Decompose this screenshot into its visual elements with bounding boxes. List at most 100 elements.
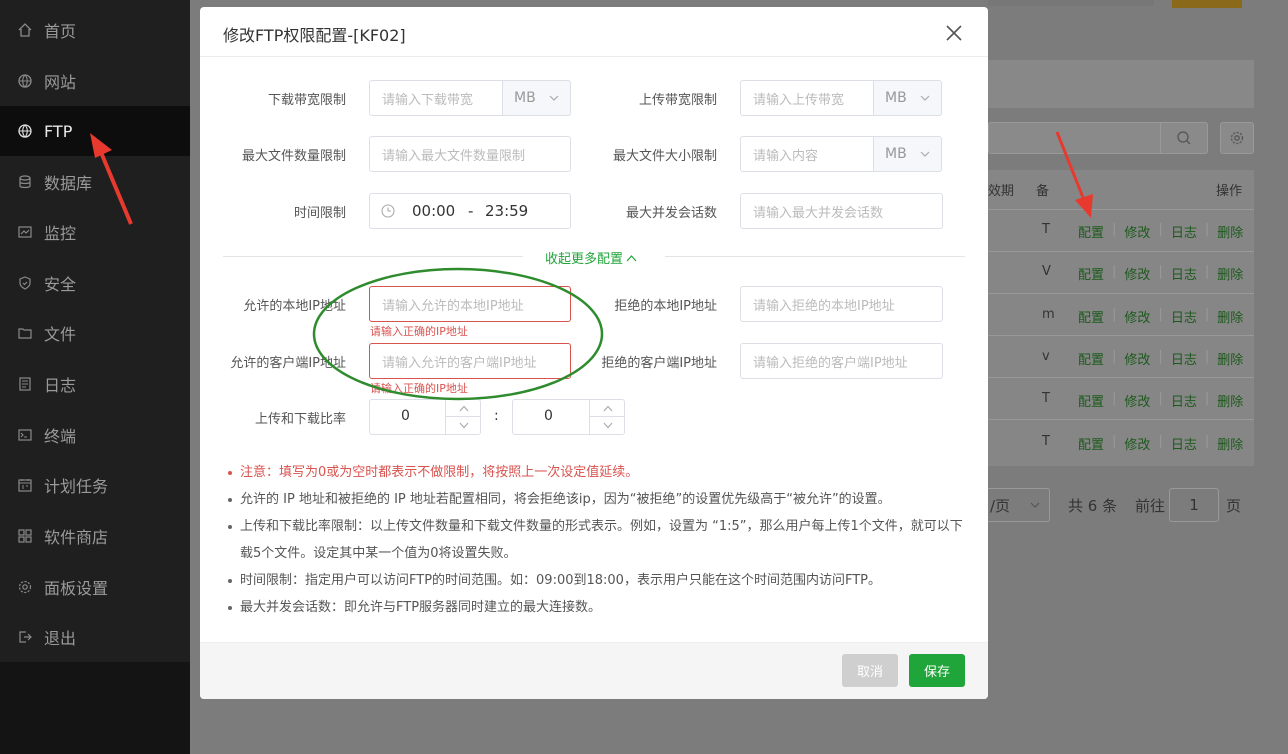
- sidebar-item-home[interactable]: 首页: [0, 5, 190, 55]
- sidebar-item-logs[interactable]: 日志: [0, 359, 190, 409]
- bg-tab-bar: [988, 60, 1254, 108]
- bg-note-cell: T: [1042, 434, 1050, 449]
- bg-note-cell: V: [1042, 264, 1051, 279]
- close-icon[interactable]: [942, 21, 966, 45]
- decrement-icon[interactable]: [446, 417, 481, 434]
- edit-link: 修改: [1124, 311, 1151, 326]
- sidebar-item-store[interactable]: 软件商店: [0, 511, 190, 561]
- allow-client-ip-placeholder: 请输入允许的客户端IP地址: [382, 355, 537, 371]
- row-actions: 配置 | 修改 | 日志 | 删除: [1078, 349, 1244, 368]
- sidebar-item-database[interactable]: 数据库: [0, 157, 190, 207]
- ratio-colon: :: [494, 408, 499, 424]
- sidebar-item-label: 日志: [44, 376, 77, 395]
- download-bw-unit-select[interactable]: MB: [503, 80, 571, 116]
- page-size-label: /页: [990, 496, 1011, 515]
- download-bw-input[interactable]: 请输入下载带宽: [369, 80, 503, 116]
- bg-note-cell: m: [1042, 307, 1055, 322]
- page-input: 1: [1169, 488, 1219, 522]
- page-size-select: /页: [988, 488, 1050, 522]
- unit-label: MB: [885, 146, 907, 162]
- upload-bw-placeholder: 请输入上传带宽: [753, 92, 845, 108]
- sidebar-item-logout[interactable]: 退出: [0, 612, 190, 662]
- sidebar-item-terminal[interactable]: 终端: [0, 410, 190, 460]
- note-item: 上传和下载比率限制：以上传文件数量和下载文件数量的形式表示。例如，设置为 “1:…: [228, 513, 968, 567]
- database-icon: [16, 173, 34, 191]
- log-link: 日志: [1170, 438, 1197, 453]
- download-ratio-stepper[interactable]: 0: [512, 399, 625, 435]
- note-item: 注意：填写为0或为空时都表示不做限制，将按照上一次设定值延续。: [228, 459, 968, 486]
- bg-header-note: 备: [1036, 184, 1050, 199]
- total-count: 共 6 条: [1068, 497, 1118, 515]
- save-button[interactable]: 保存: [909, 654, 965, 687]
- sidebar-item-cron[interactable]: 计划任务: [0, 460, 190, 510]
- sidebar-item-label: 终端: [44, 427, 77, 446]
- bg-note-cell: T: [1042, 222, 1050, 237]
- max-files-placeholder: 请输入最大文件数量限制: [382, 148, 526, 164]
- row-actions: 配置 | 修改 | 日志 | 删除: [1078, 391, 1244, 410]
- upload-bw-unit-select[interactable]: MB: [874, 80, 942, 116]
- divider: [223, 256, 523, 257]
- config-link: 配置: [1078, 268, 1105, 283]
- time-start: 00:00: [412, 202, 456, 220]
- sidebar-item-monitor[interactable]: 监控: [0, 207, 190, 257]
- allow-local-ip-error: 请输入正确的IP地址: [370, 325, 468, 338]
- log-icon: [16, 375, 34, 393]
- time-limit-label: 时间限制: [293, 206, 346, 221]
- sidebar-item-label: 文件: [44, 325, 77, 344]
- deny-local-ip-input[interactable]: 请输入拒绝的本地IP地址: [740, 286, 943, 322]
- collapse-more-config-link[interactable]: 收起更多配置: [545, 248, 637, 267]
- note-item: 允许的 IP 地址和被拒绝的 IP 地址若配置相同，将会拒绝该ip，因为“被拒绝…: [228, 486, 968, 513]
- download-bw-label: 下载带宽限制: [267, 93, 346, 108]
- max-sessions-input[interactable]: 请输入最大并发会话数: [740, 193, 943, 229]
- increment-icon[interactable]: [446, 400, 481, 417]
- gear-icon: [16, 578, 34, 596]
- apps-icon: [16, 527, 34, 545]
- max-sessions-label: 最大并发会话数: [625, 206, 717, 221]
- sidebar-item-website[interactable]: 网站: [0, 56, 190, 106]
- ftp-permission-dialog: 修改FTP权限配置-[KF02] 下载带宽限制 请输入下载带宽 MB 上传带宽限…: [200, 7, 988, 699]
- allow-local-ip-label: 允许的本地IP地址: [243, 299, 346, 314]
- config-link: 配置: [1078, 353, 1105, 368]
- cancel-button[interactable]: 取消: [842, 654, 898, 687]
- chevron-down-icon: [920, 95, 930, 101]
- log-link: 日志: [1170, 311, 1197, 326]
- note-item: 时间限制：指定用户可以访问FTP的时间范围。如：09:00到18:00，表示用户…: [228, 567, 968, 594]
- row-actions: 配置 | 修改 | 日志 | 删除: [1078, 222, 1244, 241]
- upload-ratio-value: 0: [401, 408, 410, 424]
- max-sessions-placeholder: 请输入最大并发会话数: [753, 205, 884, 221]
- sidebar-item-security[interactable]: 安全: [0, 258, 190, 308]
- max-files-input[interactable]: 请输入最大文件数量限制: [369, 136, 571, 172]
- edit-link: 修改: [1124, 226, 1151, 241]
- deny-client-ip-input[interactable]: 请输入拒绝的客户端IP地址: [740, 343, 943, 379]
- allow-local-ip-input[interactable]: 请输入允许的本地IP地址: [369, 286, 571, 322]
- log-link: 日志: [1170, 395, 1197, 410]
- goto-label: 前往: [1135, 497, 1166, 515]
- max-file-size-input[interactable]: 请输入内容: [740, 136, 874, 172]
- decrement-icon[interactable]: [590, 417, 625, 434]
- bg-note-cell: v: [1042, 349, 1050, 364]
- max-file-size-unit-select[interactable]: MB: [874, 136, 942, 172]
- unit-label: MB: [514, 90, 536, 106]
- page-suffix: 页: [1226, 497, 1242, 515]
- dialog-title: 修改FTP权限配置-[KF02]: [223, 26, 406, 45]
- upload-bw-input[interactable]: 请输入上传带宽: [740, 80, 874, 116]
- sidebar-item-ftp[interactable]: FTP: [0, 106, 190, 156]
- upload-bw-label: 上传带宽限制: [638, 93, 717, 108]
- allow-client-ip-input[interactable]: 请输入允许的客户端IP地址: [369, 343, 571, 379]
- upload-ratio-stepper[interactable]: 0: [369, 399, 481, 435]
- stepper-controls: [445, 400, 481, 434]
- gear-icon: [1220, 122, 1254, 154]
- sidebar-item-settings[interactable]: 面板设置: [0, 562, 190, 612]
- logout-icon: [16, 628, 34, 646]
- time-separator: -: [468, 202, 474, 220]
- search-icon: [1160, 122, 1206, 154]
- clock-icon: [381, 204, 395, 222]
- sidebar-item-label: 安全: [44, 275, 77, 294]
- allow-client-ip-error: 请输入正确的IP地址: [370, 382, 468, 395]
- sidebar-item-files[interactable]: 文件: [0, 308, 190, 358]
- time-range-picker[interactable]: 00:00 - 23:59: [369, 193, 571, 229]
- allow-client-ip-label: 允许的客户端IP地址: [230, 356, 346, 371]
- edit-link: 修改: [1124, 395, 1151, 410]
- globe-icon: [16, 122, 34, 140]
- increment-icon[interactable]: [590, 400, 625, 417]
